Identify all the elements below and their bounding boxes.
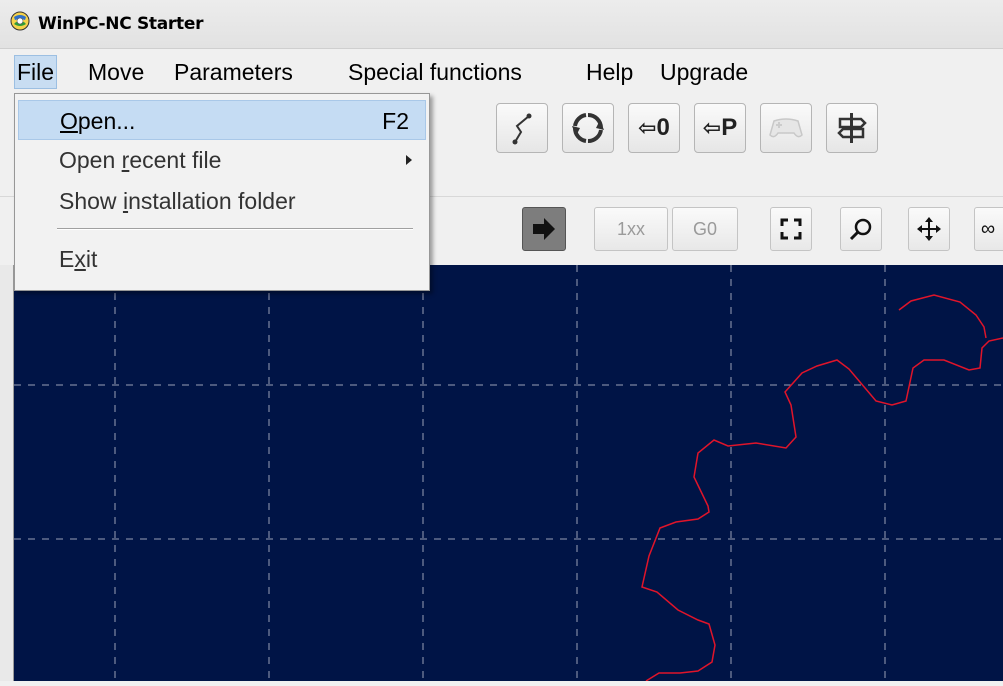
menu-file[interactable]: File (14, 55, 58, 89)
signpost-icon (837, 113, 867, 143)
grid-lines (14, 265, 1003, 681)
park-label: P (721, 114, 738, 141)
pan-move-icon (917, 217, 941, 241)
start-button[interactable] (522, 207, 566, 251)
gear-contour (641, 337, 1003, 682)
window-title: WinPC-NC Starter (38, 14, 204, 34)
refresh-button[interactable] (562, 103, 614, 153)
gamepad-icon (769, 118, 803, 138)
path-line-icon (512, 113, 532, 145)
menu-separator (57, 228, 413, 230)
arrow-left-icon: ⇦ (702, 115, 722, 140)
refresh-circle-icon (572, 113, 604, 144)
label-rest: ecent file (129, 147, 222, 173)
app-globe-icon (10, 11, 30, 31)
arrow-left-icon: ⇦ (638, 115, 657, 140)
label-rest: it (85, 246, 98, 272)
label-pre: Show (59, 188, 123, 214)
home-zero-label: 0 (656, 114, 670, 141)
menu-item-open-recent[interactable]: Open recent file (18, 140, 426, 180)
gear-contour-top (898, 294, 987, 339)
label-pre: E (59, 246, 75, 272)
menu-bar: File Move Parameters Special functions H… (0, 55, 1003, 91)
mnemonic-x: x (74, 246, 86, 272)
rapid-button[interactable]: G0 (672, 207, 738, 251)
more-view-button[interactable]: ∞ (974, 207, 1003, 251)
pan-move-button[interactable] (908, 207, 950, 251)
label-rest: nstallation folder (128, 188, 296, 214)
menu-help[interactable]: Help (584, 55, 635, 89)
arrow-right-icon (533, 218, 555, 240)
menu-item-exit[interactable]: Exit (18, 239, 426, 279)
drawing-canvas[interactable] (14, 265, 1003, 682)
shortcut-f2: F2 (382, 108, 409, 134)
canvas-graphics (14, 265, 1003, 682)
menu-upgrade[interactable]: Upgrade (658, 55, 750, 89)
loop-icon: ∞ (980, 217, 996, 240)
menu-item-open[interactable]: Open... F2 (18, 100, 426, 140)
manual-control-button[interactable] (760, 103, 812, 153)
path-line-button[interactable] (496, 103, 548, 153)
menu-special-functions[interactable]: Special functions (346, 55, 524, 89)
mnemonic-o: O (60, 108, 78, 134)
speed-button[interactable]: 1xx (594, 207, 668, 251)
canvas-left-border (0, 265, 14, 681)
signpost-button[interactable] (826, 103, 878, 153)
fit-view-icon (780, 218, 802, 240)
park-position-button[interactable]: ⇦ P (694, 103, 746, 153)
label-pre: Open (59, 147, 122, 173)
zoom-button[interactable] (840, 207, 882, 251)
file-menu-dropdown: Open... F2 Open recent file Show install… (14, 93, 430, 291)
zoom-icon (849, 218, 872, 241)
submenu-arrow-icon (406, 155, 412, 165)
menu-item-open-label: pen... (77, 108, 136, 134)
title-bar: WinPC-NC Starter (0, 0, 1003, 49)
fit-view-button[interactable] (770, 207, 812, 251)
menu-parameters[interactable]: Parameters (172, 55, 295, 89)
menu-move[interactable]: Move (86, 55, 146, 89)
home-zero-button[interactable]: ⇦ 0 (628, 103, 680, 153)
menu-item-show-installation-folder[interactable]: Show installation folder (18, 181, 426, 221)
